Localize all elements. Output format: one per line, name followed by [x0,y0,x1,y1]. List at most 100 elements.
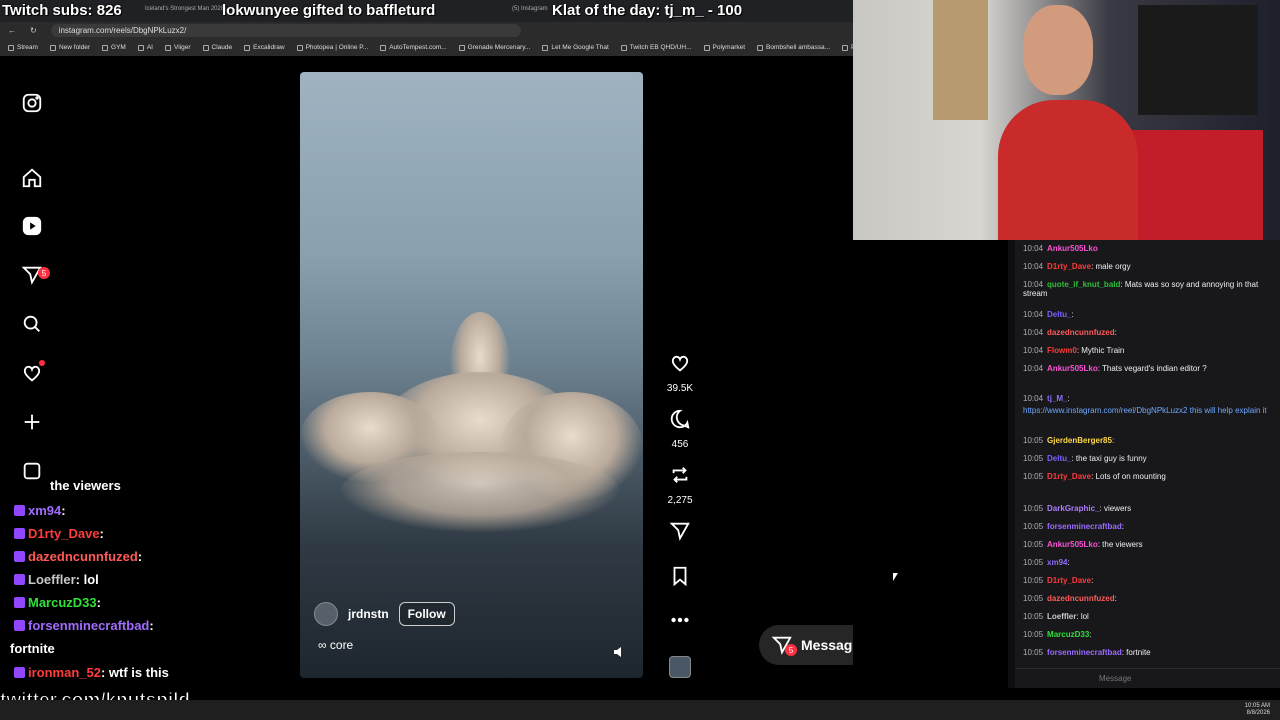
chat-username[interactable]: xm94 [1047,558,1067,567]
bookmark-item[interactable]: Let Me Google That [542,44,609,51]
tab-instagram[interactable]: (5) Instagram [512,6,548,12]
chat-username[interactable]: dazedncunnfuzed [1047,328,1115,337]
chat-timestamp: 10:05 [1023,648,1044,657]
bookmark-item[interactable]: Stream [8,44,38,51]
chat-timestamp: 10:05 [1023,576,1044,585]
overlay-chat-text: : [61,503,66,518]
audio-thumbnail[interactable] [666,656,694,678]
overlay-chat-username: dazedncunnfuzed [28,549,138,564]
url-input[interactable]: instagram.com/reels/DbgNPkLuzx2/ [50,24,521,37]
overlay-chat-line: the viewers [50,478,121,493]
search-icon[interactable] [20,312,44,336]
instagram-logo-icon[interactable] [20,91,44,115]
bookmark-item[interactable]: ProChat - The [842,44,853,51]
bookmark-item[interactable]: Viiger [165,44,191,51]
dashboard-icon[interactable] [20,459,44,483]
repost-icon[interactable] [669,464,691,486]
overlay-chat-line: MarcuzD33: [14,595,101,610]
chat-timestamp: 10:05 [1023,540,1044,549]
chat-username[interactable]: Deltu_ [1047,310,1071,319]
bookmark-label: Twitch EB QHD/UH... [629,44,692,51]
reel-video[interactable]: jrdnstn Follow ∞ core [300,72,643,678]
bookmark-item[interactable]: GYM [102,44,126,51]
back-icon[interactable]: ← [8,26,16,35]
chat-username[interactable]: Ankur505Lko [1047,364,1098,373]
reel-audio-label[interactable]: ∞ core [318,638,353,652]
like-heart-icon[interactable] [669,352,691,374]
chat-username[interactable]: forsenminecraftbad [1047,648,1122,657]
bookmark-item[interactable]: AI [137,44,153,51]
bookmark-item[interactable]: New folder [49,44,90,51]
bookmark-icon [542,44,549,51]
comment-action[interactable]: 456 [666,408,694,450]
chat-message: 10:05 forsenminecraftbad: fortnite [1023,648,1273,657]
chat-message: 10:04 quote_if_knut_bald: Mats was so soy… [1023,280,1273,298]
bookmark-item[interactable]: AutoTempest.com... [380,44,447,51]
bookmark-item[interactable]: Twitch EB QHD/UH... [620,44,692,51]
like-action[interactable]: 39.5K [666,352,694,394]
chat-username[interactable]: Ankur505Lko [1047,540,1098,549]
home-icon[interactable] [20,166,44,190]
chat-username[interactable]: MarcuzD33 [1047,630,1089,639]
reload-icon[interactable]: ↻ [30,26,37,35]
chat-timestamp: 10:05 [1023,472,1044,481]
save-action[interactable] [666,565,694,592]
twitch-subs-overlay: Twitch subs: 826 [2,2,122,19]
overlay-chat-text: : [149,618,154,633]
klat-overlay: Klat of the day: tj_m_ - 100 [552,2,743,19]
chat-username[interactable]: tj_M_ [1047,394,1067,403]
messages-icon[interactable]: 5 [20,263,50,287]
chat-username[interactable]: Flowm0 [1047,346,1077,355]
chat-username[interactable]: quote_if_knut_bald [1047,280,1120,289]
badge-icon [14,620,25,631]
share-icon[interactable] [669,520,691,542]
chat-text: : Mythic Train [1076,346,1125,355]
more-dots-icon[interactable] [669,609,691,631]
chat-input[interactable]: Message [1015,668,1280,688]
bookmark-item[interactable]: Photopea | Online P... [296,44,368,51]
volume-icon[interactable] [613,646,625,658]
chat-username[interactable]: forsenminecraftbad [1047,522,1122,531]
chat-username[interactable]: D1rty_Dave [1047,576,1091,585]
chat-username[interactable]: dazedncunnfuzed [1047,594,1115,603]
system-tray-clock[interactable]: 10:05 AM 8/8/2026 [1245,703,1270,717]
create-plus-icon[interactable] [20,410,44,434]
bookmark-icon[interactable] [669,565,691,587]
chat-text[interactable]: https://www.instagram.com/reel/DbgNPkLuz… [1023,406,1267,415]
bookmarks-bar: Stream New folder GYM AI Viiger Claude Excalid… [0,39,853,56]
chat-message: 10:05 xm94: [1023,558,1273,567]
bookmark-label: Polymarket [712,44,746,51]
chat-username[interactable]: Loeffler [1047,612,1076,621]
follow-button[interactable]: Follow [398,602,455,626]
chat-username[interactable]: GjerdenBerger85 [1047,436,1112,445]
bookmark-icon [8,44,14,51]
bookmark-item[interactable]: Grenade Mercenary... [458,44,530,51]
repost-action[interactable]: 2,275 [666,464,694,506]
chat-username[interactable]: Deltu_ [1047,454,1071,463]
reels-icon[interactable] [20,214,44,238]
reel-author-avatar[interactable] [314,602,338,626]
bookmark-item[interactable]: Excalidraw [244,44,285,51]
chat-username[interactable]: D1rty_Dave [1047,472,1091,481]
chat-message: 10:04 Ankur505Lko [1023,244,1273,253]
gift-overlay: lokwunyee gifted to baffleturd [222,2,436,19]
chat-timestamp: 10:05 [1023,522,1044,531]
bookmark-item[interactable]: Claude [202,44,232,51]
chat-username[interactable]: DarkGraphic_ [1047,504,1099,513]
bookmark-item[interactable]: Bombshell ambassa... [757,44,830,51]
chat-timestamp: 10:05 [1023,594,1044,603]
bookmark-label: AutoTempest.com... [389,44,447,51]
reel-author-username[interactable]: jrdnstn [348,607,389,621]
more-action[interactable] [666,609,694,636]
notifications-heart-icon[interactable] [20,360,45,385]
chat-username[interactable]: D1rty_Dave [1047,262,1091,271]
tab-iceland[interactable]: Iceland's Strongest Man 2028 [145,6,224,12]
bookmark-icon [165,44,171,51]
chat-text: : [1067,558,1070,567]
chat-username[interactable]: Ankur505Lko [1047,244,1098,253]
share-action[interactable] [666,520,694,547]
bookmark-item[interactable]: Polymarket [703,44,746,51]
comment-icon[interactable] [669,408,691,430]
chat-message: 10:05 Loeffler: lol [1023,612,1273,621]
bookmark-label: Excalidraw [253,44,285,51]
